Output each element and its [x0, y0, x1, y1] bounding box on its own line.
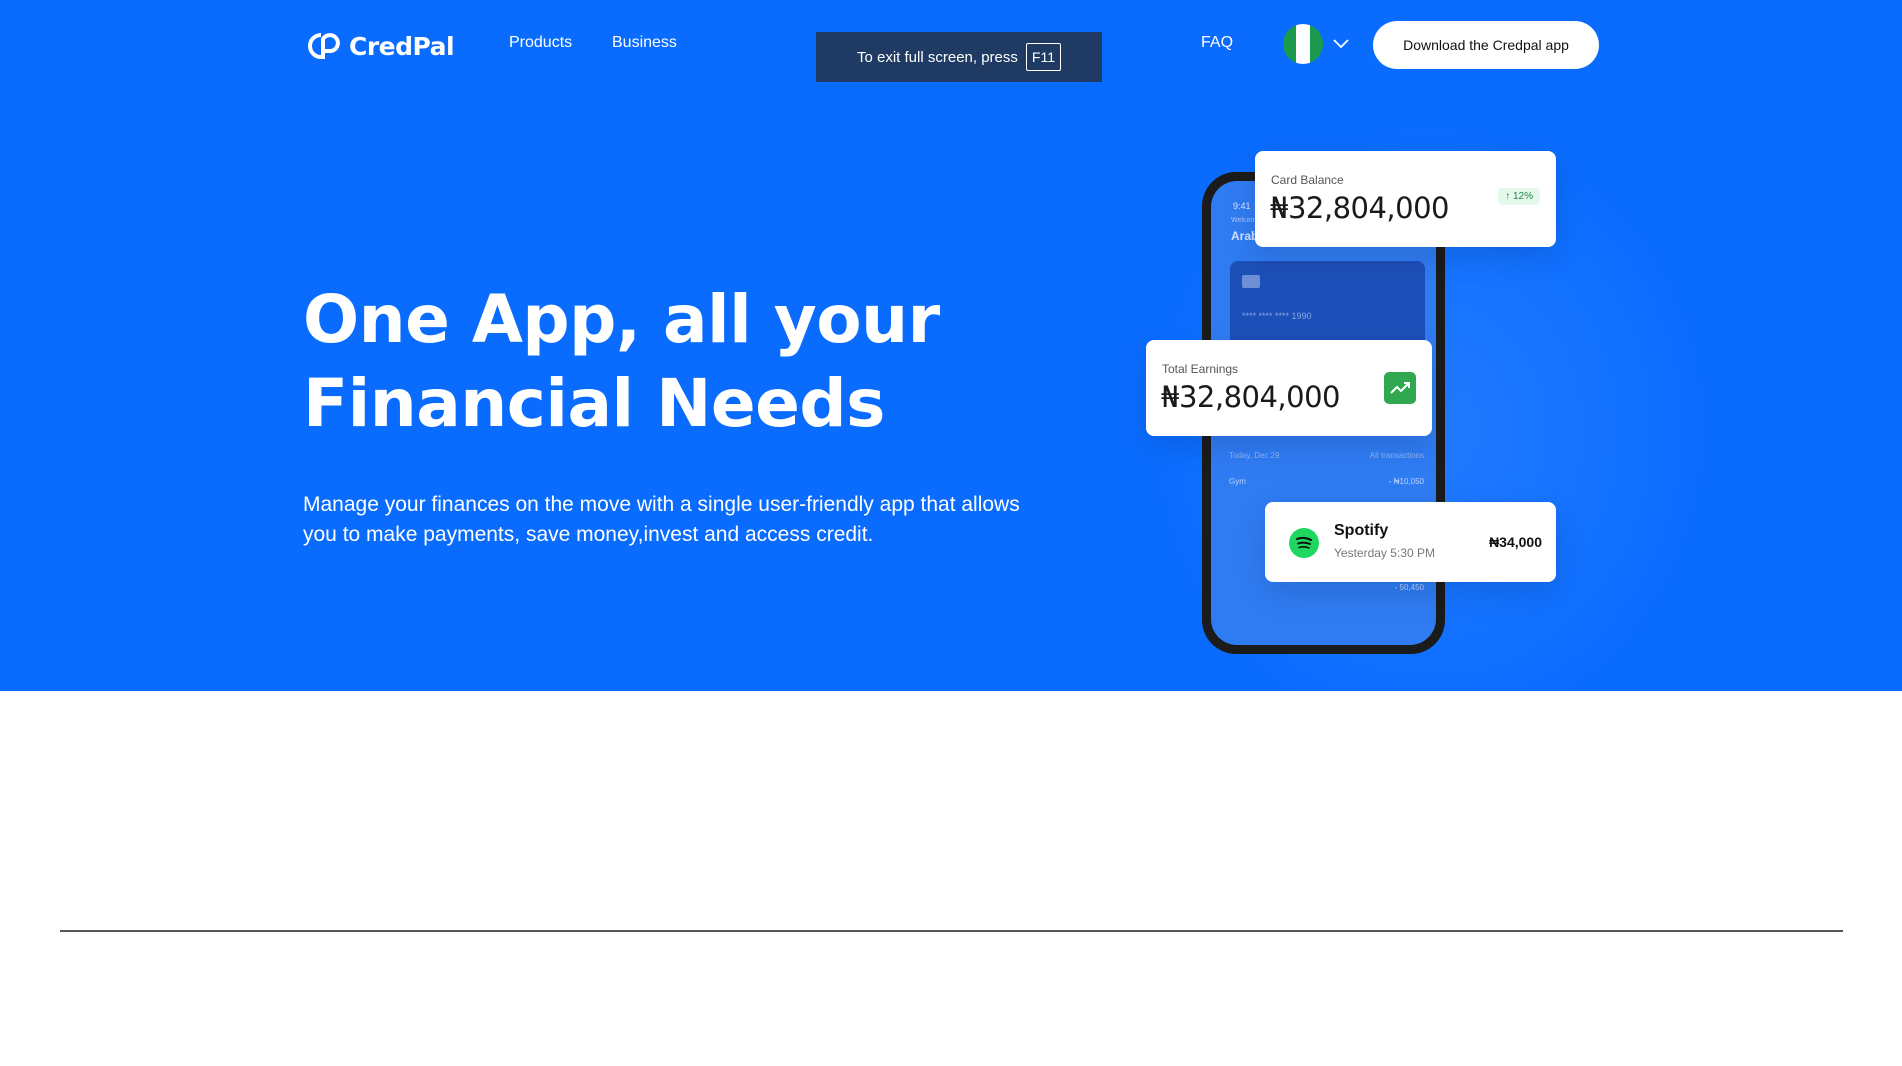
- spotify-name: Spotify: [1334, 522, 1389, 539]
- list-item-amount: - ₦10,050: [1388, 477, 1424, 486]
- total-earnings-widget: Total Earnings ₦32,804,000: [1146, 340, 1432, 436]
- nigeria-flag-icon: [1283, 24, 1323, 64]
- list-item-amount: - 50,450: [1394, 583, 1424, 592]
- section-divider: [60, 930, 1843, 932]
- card-chip-icon: [1242, 275, 1260, 288]
- country-selector[interactable]: [1283, 24, 1349, 64]
- balance-change-badge: ↑ 12%: [1498, 188, 1540, 205]
- trend-up-icon: [1384, 372, 1416, 404]
- hero-title-line1: One App, all your: [303, 281, 940, 358]
- list-item: - 50,450: [1229, 583, 1424, 592]
- nav-business[interactable]: Business: [612, 34, 677, 52]
- fullscreen-toast-key: F11: [1025, 43, 1061, 71]
- list-item-name: Gym: [1229, 477, 1246, 486]
- phone-list-header: Today, Dec 29 All transactions: [1229, 451, 1424, 460]
- earnings-amount: ₦32,804,000: [1161, 380, 1341, 414]
- hero-title: One App, all your Financial Needs: [303, 278, 953, 446]
- download-app-button[interactable]: Download the Credpal app: [1373, 21, 1599, 69]
- spotify-icon: [1289, 528, 1319, 558]
- fullscreen-toast-text: To exit full screen, press: [857, 48, 1018, 66]
- nav-products[interactable]: Products: [509, 34, 572, 52]
- hero-section: CredPal Products Business To exit full s…: [0, 0, 1902, 691]
- credpal-logo[interactable]: CredPal: [303, 28, 455, 64]
- earnings-label: Total Earnings: [1162, 362, 1239, 376]
- spotify-time: Yesterday 5:30 PM: [1334, 546, 1435, 560]
- phone-time: 9:41: [1233, 201, 1251, 211]
- spotify-amount: ₦34,000: [1489, 534, 1542, 550]
- spotify-transaction-widget: Spotify Yesterday 5:30 PM ₦34,000: [1265, 502, 1556, 582]
- credpal-logo-icon: [303, 29, 347, 63]
- phone-list-link: All transactions: [1369, 451, 1424, 460]
- logo-text: CredPal: [349, 31, 455, 61]
- hero-title-line2: Financial Needs: [303, 365, 885, 442]
- fullscreen-toast: To exit full screen, press F11: [816, 32, 1102, 82]
- nav-faq[interactable]: FAQ: [1201, 34, 1233, 52]
- list-item: Gym - ₦10,050: [1229, 477, 1424, 486]
- card-balance-label: Card Balance: [1271, 173, 1344, 187]
- card-balance-amount: ₦32,804,000: [1270, 191, 1450, 225]
- phone-card-number: **** **** **** 1990: [1242, 311, 1312, 321]
- chevron-down-icon: [1333, 39, 1349, 49]
- card-balance-widget: Card Balance ₦32,804,000 ↑ 12%: [1255, 151, 1556, 247]
- phone-list-date: Today, Dec 29: [1229, 451, 1280, 460]
- hero-subtitle: Manage your finances on the move with a …: [303, 493, 1020, 546]
